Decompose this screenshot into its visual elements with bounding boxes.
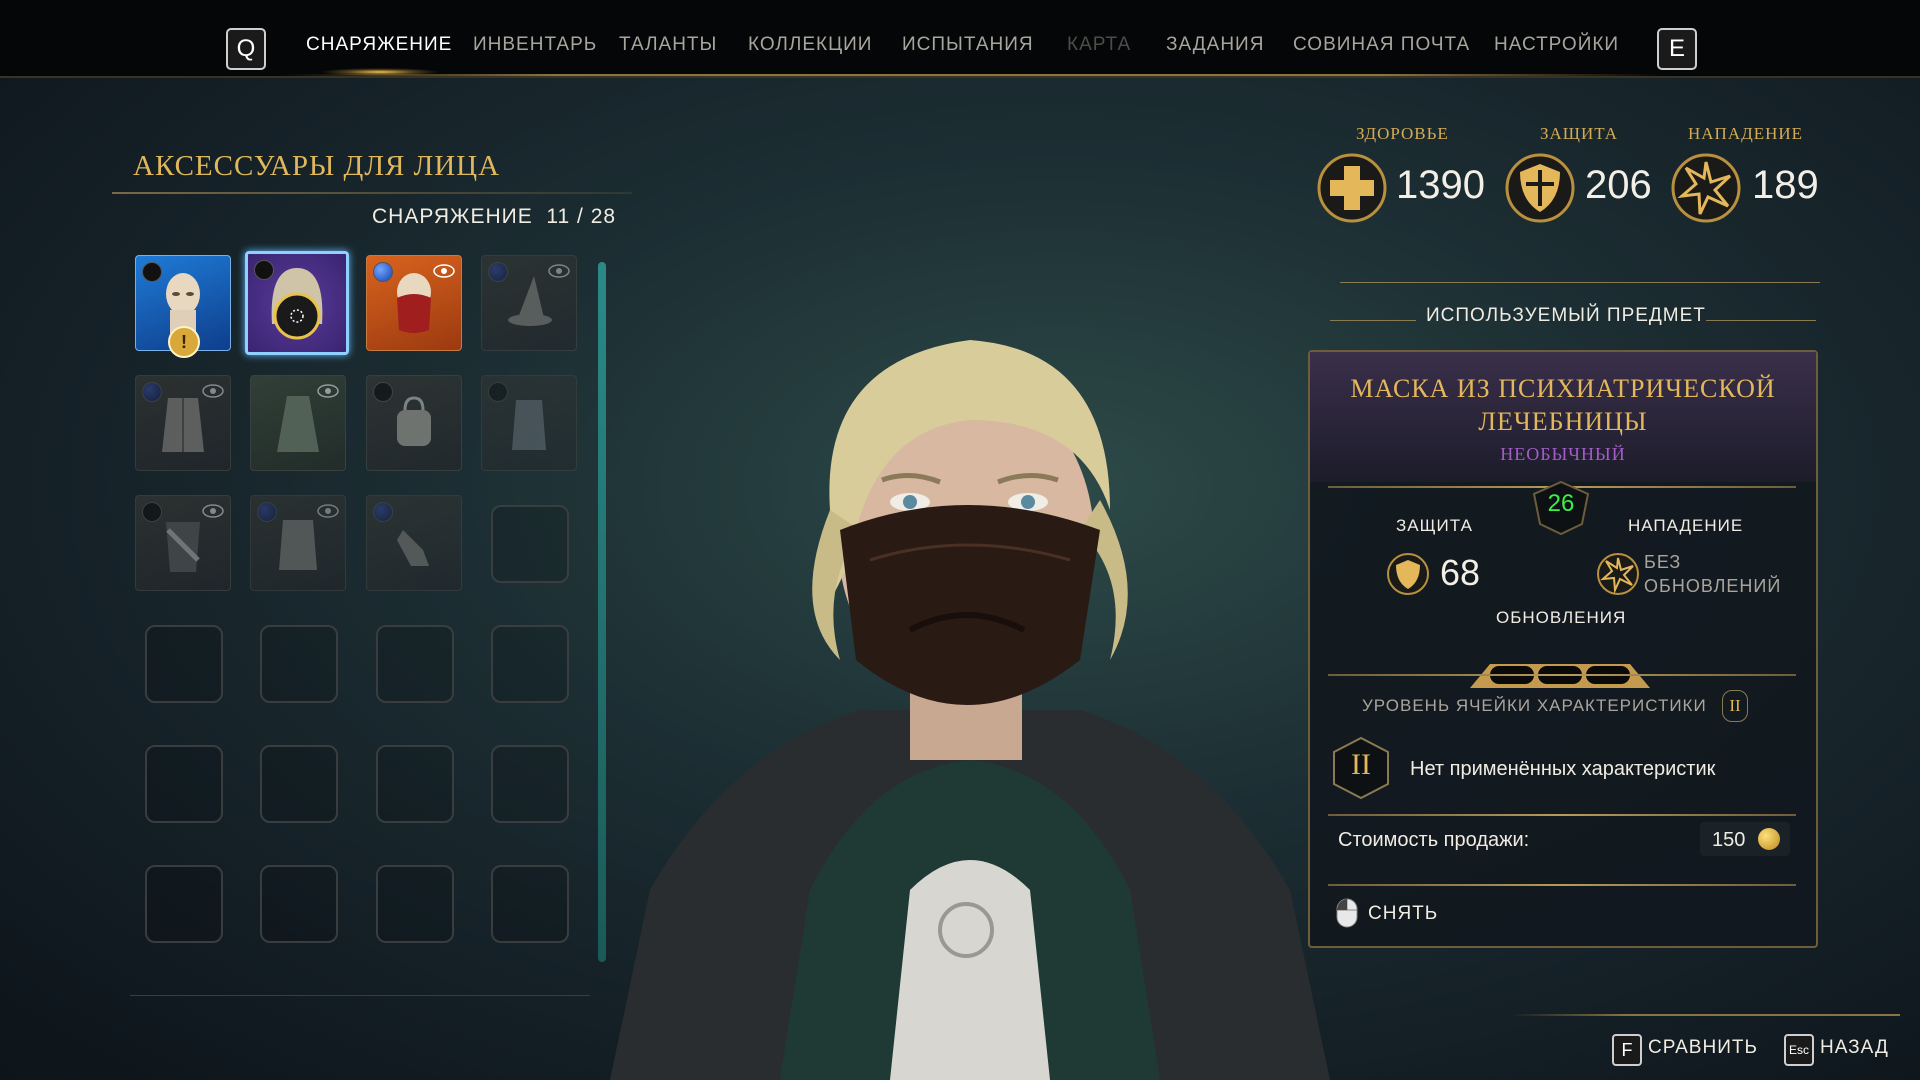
equipped-item-card: МАСКА ИЗ ПСИХИАТРИЧЕСКОЙ ЛЕЧЕБНИЦЫ НЕОБЫ… — [1308, 350, 1818, 948]
tab-collections[interactable]: КОЛЛЕКЦИИ — [748, 34, 872, 56]
gold-coin-icon — [1758, 828, 1780, 850]
red-mask-icon — [397, 273, 431, 333]
empty-gear-slot[interactable] — [376, 745, 454, 823]
item-offense-label: НАПАДЕНИЕ — [1628, 516, 1744, 535]
item-offense-value: БЕЗ ОБНОВЛЕНИЙ — [1644, 552, 1782, 596]
star-burst-icon — [1671, 153, 1741, 223]
tab-map: КАРТА — [1067, 34, 1132, 55]
upgrades-label: ОБНОВЛЕНИЯ — [1496, 608, 1627, 627]
defense-label: ЗАЩИТА — [1540, 124, 1619, 143]
health-cross-icon — [1317, 153, 1387, 223]
tab-inventory[interactable]: ИНВЕНТАРЬ — [473, 34, 597, 56]
gear-slot[interactable] — [366, 255, 462, 351]
robe-icon — [162, 398, 204, 452]
gear-slot[interactable] — [250, 375, 346, 471]
prev-tab-key[interactable]: Q — [226, 28, 266, 70]
tab-challenges[interactable]: ИСПЫТАНИЯ — [902, 34, 1034, 56]
item-level: 26 — [1547, 490, 1575, 517]
gear-count: СНАРЯЖЕНИЕ 11 / 28 — [372, 205, 616, 229]
upgrade-slots — [1470, 664, 1650, 688]
card-divider — [1328, 674, 1796, 676]
gear-slot[interactable] — [135, 495, 231, 591]
back-key[interactable]: Esc — [1784, 1034, 1814, 1066]
jacket-icon — [279, 520, 317, 570]
item-rarity: НЕОБЫЧНЫЙ — [1500, 444, 1626, 464]
compare-key[interactable]: F — [1612, 1034, 1642, 1066]
compare-button[interactable]: СРАВНИТЬ — [1648, 1037, 1758, 1059]
unequip-button[interactable]: СНЯТЬ — [1368, 903, 1438, 925]
stats-divider — [1340, 282, 1820, 283]
list-bottom-divider — [130, 995, 590, 996]
mouse-icon — [1336, 898, 1358, 928]
wizard-hat-icon — [508, 276, 552, 326]
item-name: МАСКА ИЗ ПСИХИАТРИЧЕСКОЙ ЛЕЧЕБНИЦЫ — [1350, 374, 1776, 436]
dark-hood-icon — [271, 268, 323, 340]
gear-slot-selected[interactable] — [245, 251, 349, 355]
empty-gear-slot[interactable] — [260, 625, 338, 703]
defense-value: 206 — [1585, 163, 1652, 207]
health-label: ЗДОРОВЬЕ — [1356, 124, 1449, 143]
shield-icon — [1505, 153, 1575, 223]
gear-slot[interactable] — [481, 255, 577, 351]
item-defense-value: 68 — [1440, 552, 1481, 593]
gear-slot[interactable] — [250, 495, 346, 591]
tab-gear[interactable]: СНАРЯЖЕНИЕ — [306, 34, 452, 56]
empty-gear-slot[interactable] — [491, 505, 569, 583]
gear-slot[interactable] — [481, 375, 577, 471]
sell-price-label: Стоимость продажи: — [1338, 829, 1530, 851]
card-divider — [1328, 884, 1796, 886]
section-line-left — [1330, 320, 1416, 321]
offense-label: НАПАДЕНИЕ — [1688, 124, 1804, 143]
next-tab-key[interactable]: E — [1657, 28, 1697, 70]
tab-talents[interactable]: ТАЛАНТЫ — [619, 34, 717, 56]
gear-scrollbar-thumb[interactable] — [598, 262, 606, 962]
cloak-icon — [277, 396, 319, 452]
category-title: АКСЕССУАРЫ ДЛЯ ЛИЦА — [133, 150, 501, 182]
trait-text: Нет применённых характеристик — [1410, 758, 1716, 780]
empty-gear-slot[interactable] — [491, 865, 569, 943]
section-line-right — [1706, 320, 1816, 321]
gear-count-label: СНАРЯЖЕНИЕ — [372, 205, 533, 228]
warning-icon: ! — [168, 326, 200, 358]
tab-quests[interactable]: ЗАДАНИЯ — [1166, 34, 1264, 56]
gear-slot[interactable] — [366, 495, 462, 591]
gear-slot[interactable] — [366, 375, 462, 471]
empty-gear-slot[interactable] — [145, 865, 223, 943]
tab-owl-post[interactable]: СОВИНАЯ ПОЧТА — [1293, 34, 1470, 56]
trait-level-large: II — [1351, 748, 1371, 781]
empty-gear-slot[interactable] — [260, 865, 338, 943]
equipped-section-title: ИСПОЛЬЗУЕМЫЙ ПРЕДМЕТ — [1426, 305, 1706, 326]
bag-icon — [397, 396, 431, 446]
empty-gear-slot[interactable] — [491, 625, 569, 703]
sell-price-value: 150 — [1712, 829, 1746, 851]
gloves-icon — [397, 530, 429, 566]
back-button[interactable]: НАЗАД — [1820, 1037, 1889, 1059]
active-tab-glow — [320, 68, 440, 76]
gear-count-value: 11 / 28 — [546, 205, 617, 228]
empty-gear-slot[interactable] — [145, 625, 223, 703]
trait-slot-label: УРОВЕНЬ ЯЧЕЙКИ ХАРАКТЕРИСТИКИ — [1362, 696, 1707, 715]
prompt-divider — [1510, 1014, 1900, 1016]
shield-icon — [1387, 553, 1429, 595]
star-burst-icon — [1597, 553, 1639, 595]
trait-level-badge: II — [1722, 690, 1748, 722]
offense-value: 189 — [1752, 163, 1819, 207]
nav-divider — [280, 74, 1660, 76]
empty-gear-slot[interactable] — [376, 865, 454, 943]
character-portrait — [610, 340, 1330, 1080]
tab-settings[interactable]: НАСТРОЙКИ — [1494, 34, 1619, 56]
empty-gear-slot[interactable] — [260, 745, 338, 823]
scarf-icon — [166, 522, 200, 572]
empty-gear-slot[interactable] — [491, 745, 569, 823]
card-divider — [1328, 814, 1796, 816]
empty-gear-slot[interactable] — [376, 625, 454, 703]
empty-gear-slot[interactable] — [145, 745, 223, 823]
health-value: 1390 — [1396, 163, 1485, 207]
vest-icon — [512, 400, 546, 450]
gear-slot[interactable]: ! — [135, 255, 231, 358]
category-underline — [112, 192, 632, 194]
item-defense-label: ЗАЩИТА — [1396, 516, 1473, 535]
gear-slot[interactable] — [135, 375, 231, 471]
